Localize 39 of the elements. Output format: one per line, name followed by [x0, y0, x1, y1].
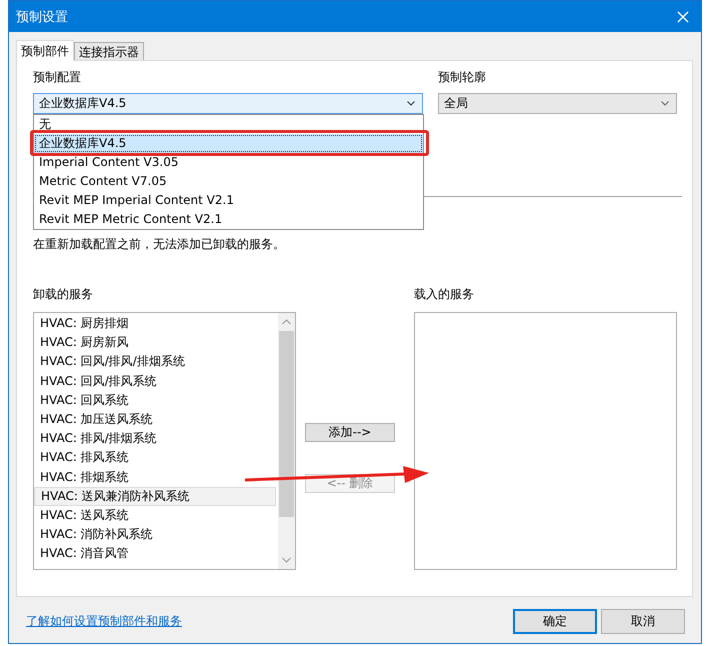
scrollbar[interactable] — [278, 313, 296, 569]
dialog-button[interactable]: 确定 — [513, 608, 597, 634]
close-icon[interactable] — [677, 10, 689, 22]
list-label: 卸载的服务 — [33, 286, 94, 302]
dropdown-option[interactable]: Metric Content V7.05 — [34, 172, 423, 191]
dropdown-option[interactable]: 无 — [34, 115, 423, 134]
scroll-up-icon[interactable] — [282, 319, 292, 325]
list-item[interactable]: HVAC: 送风系统 — [34, 506, 278, 526]
list-item[interactable]: HVAC: 加压送风系统 — [34, 410, 278, 430]
list-label: 载入的服务 — [414, 286, 475, 302]
window-title: 预制设置 — [16, 8, 68, 26]
dropdown-option[interactable]: Revit MEP Imperial Content V2.1 — [34, 191, 423, 210]
chevron-icon — [406, 101, 415, 106]
list-item[interactable]: HVAC: 回风/排风系统 — [34, 372, 278, 391]
list-item[interactable]: HVAC: 消音风管 — [34, 544, 278, 564]
field-label: 预制配置 — [33, 69, 82, 85]
field-label: 预制轮廓 — [438, 69, 487, 85]
dropdown-option[interactable]: 企业数据库V4.5 — [34, 134, 423, 153]
list-item[interactable]: HVAC: 排风/排烟系统 — [34, 429, 278, 448]
notice-text: 在重新加载配置之前，无法添加已卸载的服务。 — [33, 236, 286, 252]
list-item[interactable]: HVAC: 送风兼消防补风系统 — [34, 486, 276, 506]
dialog-button[interactable]: 取消 — [601, 608, 685, 634]
tab[interactable]: 预制部件 — [16, 40, 74, 61]
help-link[interactable]: 了解如何设置预制部件和服务 — [26, 612, 182, 630]
list-item[interactable]: HVAC: 厨房排烟 — [34, 314, 278, 334]
profile-dropdown[interactable]: 全局 — [438, 93, 677, 114]
tab[interactable]: 连接指示器 — [74, 42, 144, 60]
config-dropdown[interactable]: 企业数据库V4.5 — [33, 93, 423, 114]
move-button[interactable]: 添加--> — [304, 423, 395, 442]
dropdown-option[interactable]: Imperial Content V3.05 — [34, 153, 423, 172]
list-item[interactable]: HVAC: 厨房新风 — [34, 333, 278, 352]
chevron-icon — [661, 101, 669, 106]
list-item[interactable]: HVAC: 回风系统 — [34, 390, 278, 410]
scroll-down-icon[interactable] — [282, 557, 292, 563]
list-item[interactable]: HVAC: 回风/排风/排烟系统 — [34, 352, 278, 372]
list-item[interactable]: HVAC: 消防补风系统 — [34, 525, 278, 544]
dropdown-option[interactable]: Revit MEP Metric Content V2.1 — [34, 210, 423, 229]
list-item[interactable]: HVAC: 排风系统 — [34, 448, 278, 468]
list-item[interactable]: HVAC: 排烟系统 — [34, 468, 278, 487]
